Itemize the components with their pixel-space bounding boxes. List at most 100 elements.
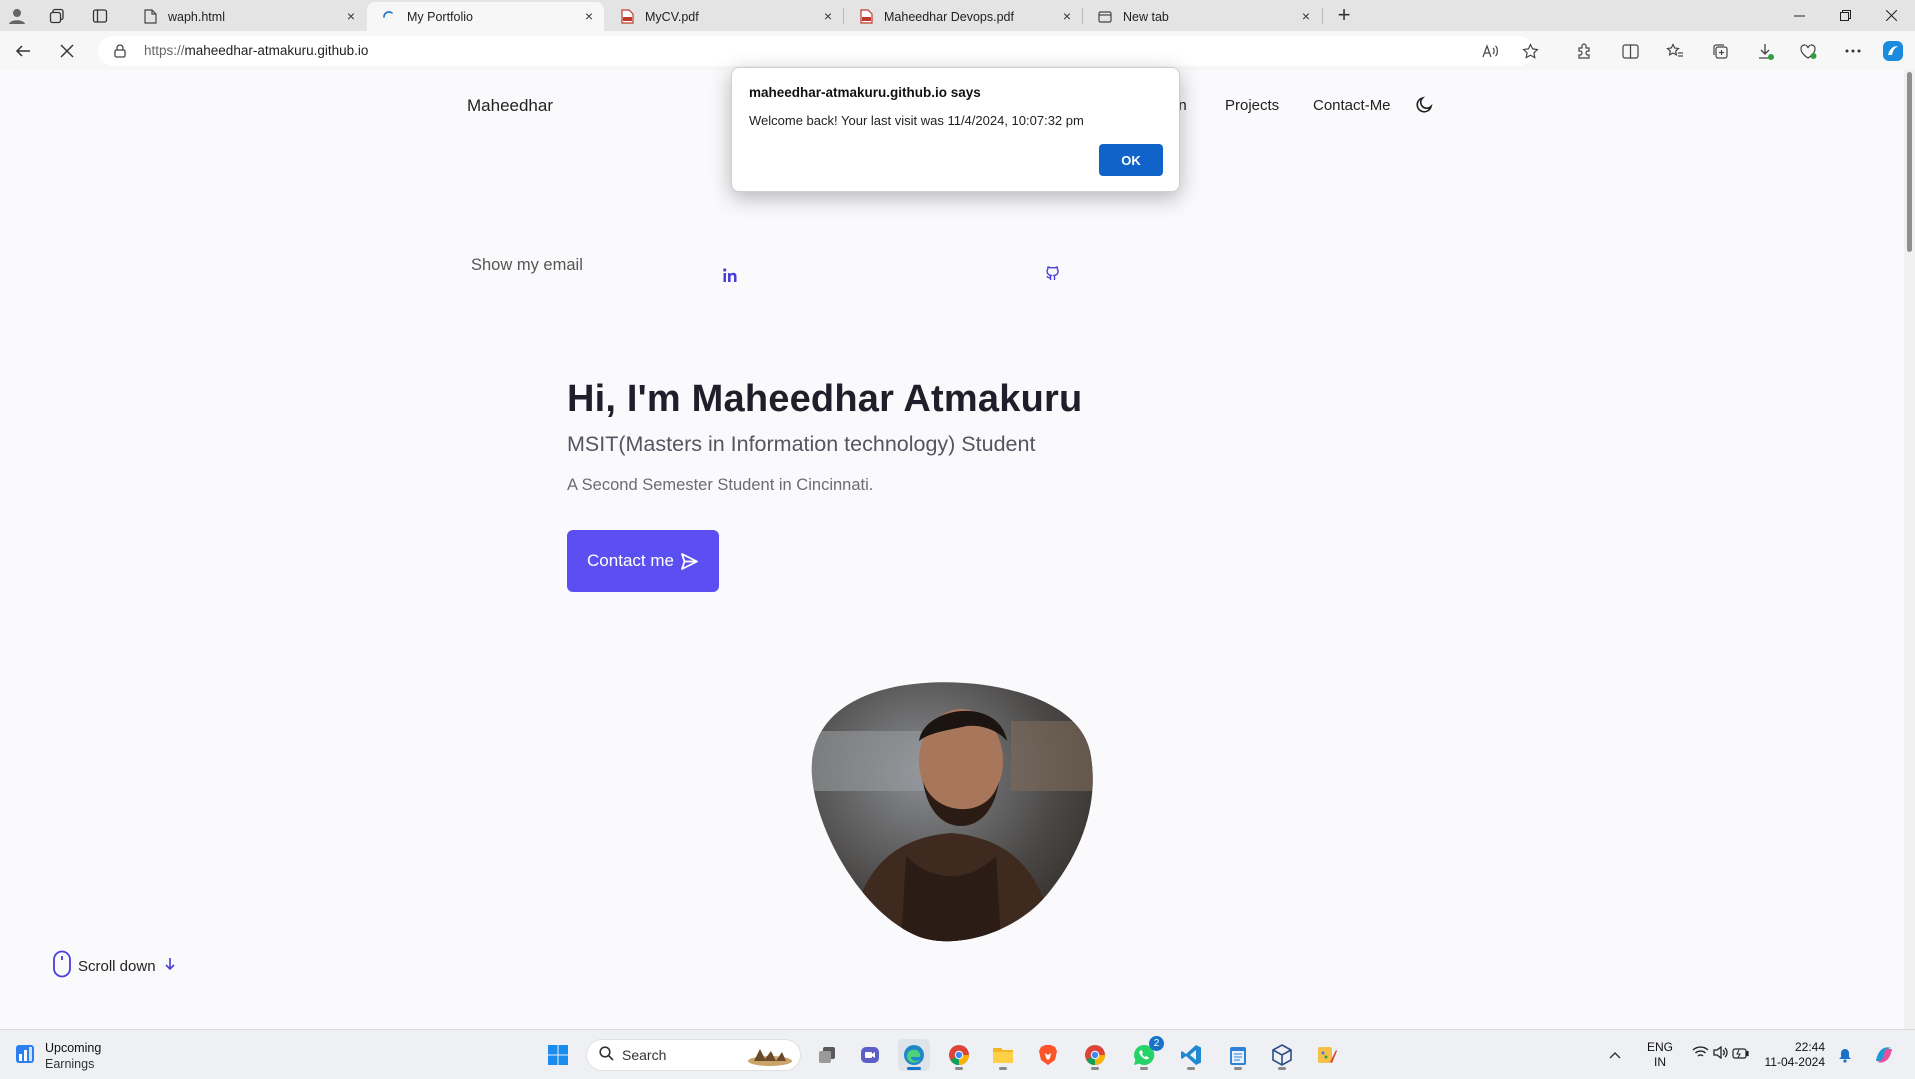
- profile-icon[interactable]: [4, 5, 30, 27]
- copilot-taskbar-icon[interactable]: [1868, 1039, 1900, 1071]
- more-options-icon[interactable]: [1838, 37, 1868, 65]
- close-window-button[interactable]: [1868, 0, 1914, 31]
- chrome-profile-icon[interactable]: [1079, 1039, 1111, 1071]
- taskbar-search[interactable]: Search: [586, 1039, 801, 1071]
- clock[interactable]: 22:44 11-04-2024: [1763, 1040, 1826, 1070]
- running-indicator: [1278, 1067, 1286, 1070]
- profile-photo: [811, 682, 1093, 942]
- site-brand[interactable]: Maheedhar: [467, 96, 553, 116]
- send-icon: [680, 552, 699, 571]
- brave-icon[interactable]: [1032, 1039, 1064, 1071]
- widget-line2: Earnings: [45, 1057, 95, 1071]
- restore-button[interactable]: [1822, 0, 1868, 31]
- clock-time: 22:44: [1794, 1040, 1825, 1054]
- minimize-button[interactable]: [1776, 0, 1822, 31]
- teams-meet-icon[interactable]: [854, 1039, 886, 1071]
- search-icon: [599, 1046, 614, 1064]
- scrollbar-thumb[interactable]: [1907, 72, 1912, 252]
- hero-subtitle: MSIT(Masters in Information technology) …: [567, 432, 1036, 456]
- tab-title: waph.html: [168, 9, 225, 24]
- pdf-icon: [619, 9, 635, 25]
- running-indicator: [1187, 1067, 1195, 1070]
- dialog-ok-button[interactable]: OK: [1099, 144, 1163, 176]
- nav-item-projects[interactable]: Projects: [1225, 97, 1279, 114]
- tab-separator: [1322, 8, 1323, 24]
- stop-loading-button[interactable]: [52, 37, 82, 65]
- back-button[interactable]: [8, 37, 38, 65]
- clock-date: 11-04-2024: [1764, 1055, 1826, 1069]
- split-screen-icon[interactable]: [1615, 37, 1645, 65]
- tab-title: New tab: [1123, 9, 1169, 24]
- hero-description: A Second Semester Student in Cincinnati.: [567, 476, 874, 494]
- tab-mycv-pdf[interactable]: MyCV.pdf ×: [605, 2, 843, 31]
- lang-line2: IN: [1654, 1055, 1666, 1069]
- screen: waph.html × My Portfolio × MyCV.pdf × Ma…: [0, 0, 1915, 1079]
- github-icon[interactable]: [1044, 265, 1061, 287]
- search-highlight-icon: [746, 1043, 794, 1070]
- loading-spinner-icon: [381, 9, 397, 25]
- widgets-button[interactable]: Upcoming Earnings: [14, 1040, 101, 1072]
- nav-item-contact-me[interactable]: Contact-Me: [1313, 97, 1391, 114]
- scroll-down-label: Scroll down: [78, 957, 156, 975]
- dialog-title: maheedhar-atmakuru.github.io says: [749, 85, 981, 100]
- linkedin-icon[interactable]: [722, 267, 739, 284]
- extensions-icon[interactable]: [1569, 37, 1599, 65]
- portfolio-page: Maheedhar on Projects Contact-Me Show my…: [0, 70, 1904, 1029]
- close-icon[interactable]: ×: [344, 9, 358, 23]
- battery-icon: [1731, 1046, 1749, 1064]
- show-hidden-icons-chevron-icon[interactable]: [1605, 1039, 1625, 1071]
- close-icon[interactable]: ×: [582, 9, 596, 23]
- tab-strip: waph.html × My Portfolio × MyCV.pdf × Ma…: [0, 0, 1915, 31]
- lang-line1: ENG: [1646, 1040, 1673, 1054]
- edge-icon[interactable]: [898, 1039, 930, 1071]
- tab-waph[interactable]: waph.html ×: [128, 2, 366, 31]
- close-icon[interactable]: ×: [1060, 9, 1074, 23]
- tab-title: MyCV.pdf: [645, 9, 699, 24]
- browser-essentials-icon[interactable]: [1793, 37, 1823, 65]
- tab-actions-icon[interactable]: [87, 5, 113, 27]
- workspaces-icon[interactable]: [44, 5, 70, 27]
- favorites-icon[interactable]: [1660, 37, 1690, 65]
- show-email-button[interactable]: Show my email: [471, 256, 583, 275]
- address-bar[interactable]: https://maheedhar-atmakuru.github.io: [98, 36, 1534, 66]
- tab-new-tab[interactable]: New tab ×: [1083, 2, 1321, 31]
- task-view-icon[interactable]: [811, 1039, 843, 1071]
- tab-my-portfolio[interactable]: My Portfolio ×: [367, 2, 604, 31]
- whatsapp-icon[interactable]: 2: [1128, 1036, 1164, 1071]
- wifi-icon: [1692, 1046, 1709, 1064]
- contact-me-button[interactable]: Contact me: [567, 530, 719, 592]
- notification-bell-icon[interactable]: [1835, 1039, 1855, 1071]
- new-tab-button[interactable]: +: [1331, 4, 1357, 28]
- start-windows-icon[interactable]: [542, 1039, 574, 1071]
- close-icon[interactable]: ×: [1299, 9, 1313, 23]
- input-language[interactable]: ENG IN: [1645, 1040, 1675, 1070]
- read-aloud-icon[interactable]: [1475, 37, 1505, 65]
- copilot-icon[interactable]: [1878, 37, 1908, 65]
- tab-separator: [843, 8, 844, 24]
- page-scrollbar[interactable]: [1904, 70, 1915, 1029]
- virtualbox-icon[interactable]: [1266, 1039, 1298, 1071]
- vscode-icon[interactable]: [1175, 1039, 1207, 1071]
- downloads-icon[interactable]: [1750, 37, 1780, 65]
- pdf-icon: [858, 9, 874, 25]
- file-explorer-icon[interactable]: [987, 1039, 1019, 1071]
- collections-icon[interactable]: [1705, 37, 1735, 65]
- hero-title: Hi, I'm Maheedhar Atmakuru: [567, 378, 1083, 420]
- tab-devops-pdf[interactable]: Maheedhar Devops.pdf ×: [844, 2, 1082, 31]
- search-label: Search: [622, 1047, 667, 1063]
- widget-line1: Upcoming: [45, 1041, 102, 1055]
- mouse-icon: [52, 950, 72, 982]
- running-indicator: [907, 1067, 921, 1070]
- scroll-down-link[interactable]: Scroll down: [52, 950, 176, 982]
- close-icon[interactable]: ×: [821, 9, 835, 23]
- paint-app-icon[interactable]: [1311, 1039, 1343, 1071]
- newtab-icon: [1097, 9, 1113, 25]
- lock-icon[interactable]: [114, 44, 126, 63]
- network-sound-battery[interactable]: [1688, 1039, 1752, 1071]
- theme-toggle-moon-icon[interactable]: [1415, 95, 1434, 119]
- notepad-icon[interactable]: [1222, 1039, 1254, 1071]
- running-indicator: [999, 1067, 1007, 1070]
- chrome-icon[interactable]: [943, 1039, 975, 1071]
- favorite-star-icon[interactable]: [1515, 37, 1545, 65]
- whatsapp-badge: 2: [1149, 1036, 1164, 1051]
